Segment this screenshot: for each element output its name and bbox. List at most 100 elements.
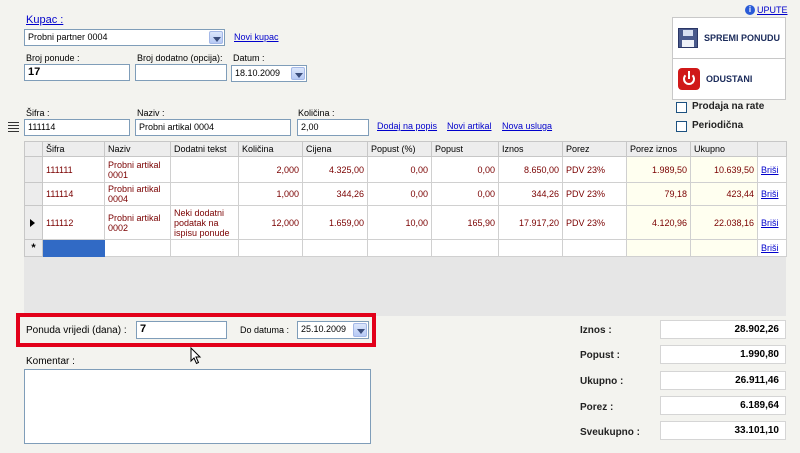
extra-number-input[interactable] [135, 64, 227, 81]
new-row-cell[interactable] [170, 239, 239, 257]
customer-select-value: Probni partner 0004 [28, 32, 108, 42]
total-label-subtotal: Ukupno : [580, 376, 624, 387]
new-customer-link[interactable]: Novi kupac [234, 32, 279, 42]
offer-number-label: Broj ponude : [26, 53, 80, 63]
table-row[interactable]: 111111 Probni artikal 0001 2,000 4.325,0… [24, 156, 787, 183]
cell-disc[interactable]: 0,00 [431, 182, 499, 206]
cell-name[interactable]: Probni artikal 0002 [104, 205, 171, 240]
new-row-cell[interactable] [302, 239, 368, 257]
validity-days-input[interactable]: 7 [136, 321, 227, 339]
help-link[interactable]: UPUTE [757, 5, 788, 15]
delete-link[interactable]: Briši [761, 243, 779, 253]
delete-cell: Briši [757, 182, 787, 206]
new-service-link[interactable]: Nova usluga [502, 121, 552, 131]
code-input[interactable]: 111114 [24, 119, 130, 136]
new-row-cell[interactable] [238, 239, 303, 257]
cell-amount[interactable]: 344,26 [498, 182, 563, 206]
col-header[interactable]: Porez iznos [626, 141, 691, 157]
cell-price[interactable]: 1.659,00 [302, 205, 368, 240]
items-grid[interactable]: Šifra Naziv Dodatni tekst Količina Cijen… [24, 141, 787, 316]
delete-link[interactable]: Briši [761, 218, 779, 228]
col-header[interactable]: Porez [562, 141, 627, 157]
col-header[interactable]: Iznos [498, 141, 563, 157]
chevron-down-icon[interactable] [209, 31, 223, 44]
cell-disc-pct[interactable]: 0,00 [367, 156, 432, 183]
col-header[interactable]: Cijena [302, 141, 368, 157]
chevron-down-icon[interactable] [291, 67, 305, 80]
table-row[interactable]: 111114 Probni artikal 0004 1,000 344,26 … [24, 182, 787, 206]
new-row-cell[interactable] [104, 239, 171, 257]
help-link-wrap[interactable]: i UPUTE [745, 5, 788, 15]
cell-price[interactable]: 344,26 [302, 182, 368, 206]
new-row-cell[interactable] [367, 239, 432, 257]
installments-checkbox[interactable] [676, 102, 687, 113]
cell-disc-pct[interactable]: 0,00 [367, 182, 432, 206]
cell-code[interactable]: 111111 [42, 156, 105, 183]
cell-tax[interactable]: PDV 23% [562, 156, 627, 183]
col-header[interactable]: Popust (%) [367, 141, 432, 157]
row-selector[interactable] [24, 182, 43, 206]
table-row[interactable]: 111112 Probni artikal 0002 Neki dodatni … [24, 205, 787, 240]
cell-code[interactable]: 111114 [42, 182, 105, 206]
info-icon: i [745, 5, 755, 15]
new-row-cell[interactable] [562, 239, 627, 257]
cell-tax[interactable]: PDV 23% [562, 205, 627, 240]
comment-textarea[interactable] [24, 369, 371, 444]
cell-total: 10.639,50 [690, 156, 758, 183]
row-selector[interactable] [24, 205, 43, 240]
col-header[interactable]: Dodatni tekst [170, 141, 239, 157]
offer-number-input[interactable]: 17 [24, 64, 130, 81]
cell-disc-pct[interactable]: 10,00 [367, 205, 432, 240]
name-input[interactable]: Probni artikal 0004 [135, 119, 291, 136]
code-label: Šifra : [26, 108, 50, 118]
row-selector[interactable] [24, 156, 43, 183]
customer-select[interactable]: Probni partner 0004 [24, 29, 225, 46]
new-row-cell [626, 239, 691, 257]
items-table: Šifra Naziv Dodatni tekst Količina Cijen… [24, 141, 787, 257]
cell-extra[interactable] [170, 182, 239, 206]
col-header[interactable]: Popust [431, 141, 499, 157]
customer-label-link[interactable]: Kupac : [26, 14, 63, 26]
col-header[interactable]: Ukupno [690, 141, 758, 157]
save-offer-button[interactable]: SPREMI PONUDU [672, 17, 786, 59]
chevron-down-icon[interactable] [353, 323, 367, 337]
until-date-select[interactable]: 25.10.2009 [297, 321, 369, 339]
cell-price[interactable]: 4.325,00 [302, 156, 368, 183]
floppy-disk-icon [678, 28, 698, 48]
col-header[interactable]: Šifra [42, 141, 105, 157]
add-to-list-link[interactable]: Dodaj na popis [377, 121, 437, 131]
cancel-label: ODUSTANI [706, 74, 753, 84]
periodic-checkbox[interactable] [676, 121, 687, 132]
total-label-amount: Iznos : [580, 325, 612, 336]
cell-qty[interactable]: 2,000 [238, 156, 303, 183]
cell-total: 22.038,16 [690, 205, 758, 240]
new-row[interactable]: * Briši [24, 239, 787, 257]
cell-amount[interactable]: 8.650,00 [498, 156, 563, 183]
row-selector[interactable]: * [24, 239, 43, 257]
col-header[interactable]: Naziv [104, 141, 171, 157]
cell-qty[interactable]: 12,000 [238, 205, 303, 240]
cell-name[interactable]: Probni artikal 0001 [104, 156, 171, 183]
cell-amount[interactable]: 17.917,20 [498, 205, 563, 240]
date-select[interactable]: 18.10.2009 [231, 65, 307, 82]
extra-number-label: Broj dodatno (opcija): [137, 53, 223, 63]
delete-link[interactable]: Briši [761, 189, 779, 199]
cell-name[interactable]: Probni artikal 0004 [104, 182, 171, 206]
col-header[interactable]: Količina [238, 141, 303, 157]
new-row-cell[interactable] [498, 239, 563, 257]
cell-extra[interactable]: Neki dodatni podatak na ispisu ponude [170, 205, 239, 240]
new-row-cell[interactable] [431, 239, 499, 257]
new-item-link[interactable]: Novi artikal [447, 121, 492, 131]
new-row-code-cell[interactable] [42, 239, 105, 257]
qty-input[interactable]: 2,00 [297, 119, 369, 136]
cell-disc[interactable]: 165,90 [431, 205, 499, 240]
cell-tax[interactable]: PDV 23% [562, 182, 627, 206]
cell-disc[interactable]: 0,00 [431, 156, 499, 183]
total-label-tax: Porez : [580, 402, 614, 413]
cell-code[interactable]: 111112 [42, 205, 105, 240]
cell-extra[interactable] [170, 156, 239, 183]
cell-qty[interactable]: 1,000 [238, 182, 303, 206]
delete-link[interactable]: Briši [761, 165, 779, 175]
total-label-grand: Sveukupno : [580, 427, 641, 438]
cancel-button[interactable]: ODUSTANI [672, 58, 786, 100]
